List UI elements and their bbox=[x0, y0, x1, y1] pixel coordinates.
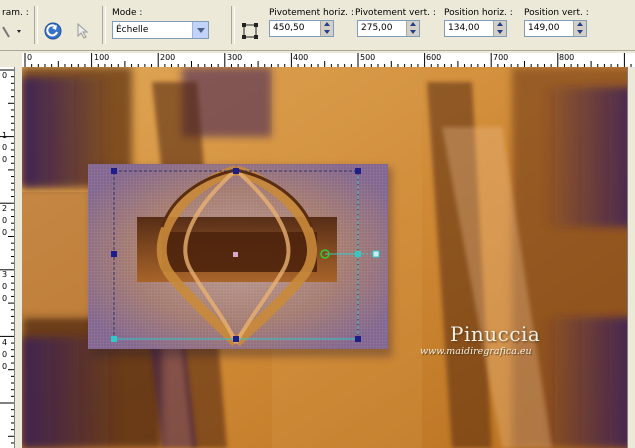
presets-dropdown[interactable] bbox=[2, 24, 24, 40]
ruler-v-label: 0 bbox=[2, 282, 8, 291]
horizontal-ruler: 0 100 200 300 400 500 600 700 800 bbox=[22, 53, 635, 68]
spin-up-icon bbox=[410, 22, 416, 26]
edge-handle[interactable] bbox=[111, 251, 117, 257]
vertical-ruler-ticks bbox=[0, 69, 14, 444]
ruler-h-label: 100 bbox=[94, 53, 110, 62]
pivot-v-spinner[interactable] bbox=[406, 21, 419, 36]
deform-frame-icon bbox=[242, 23, 258, 39]
window-edge bbox=[627, 67, 635, 448]
presets-icon bbox=[2, 26, 21, 38]
pivot-h-label: Pivotement horiz. : bbox=[269, 8, 354, 18]
deform-frame-button[interactable] bbox=[241, 22, 259, 40]
pivot-h-value: 450,50 bbox=[273, 23, 305, 33]
ruler-v-label: 1 bbox=[2, 131, 8, 140]
ruler-h-label: 500 bbox=[360, 53, 376, 62]
ruler-h-label: 0 bbox=[27, 53, 33, 62]
ruler-v-label: 0 bbox=[2, 155, 8, 164]
edge-handle[interactable] bbox=[233, 336, 239, 342]
ruler-v-label: 2 bbox=[2, 204, 8, 213]
tool-options-toolbar: ram. : Mode : Échelle Pivotement horiz. … bbox=[0, 0, 635, 51]
ruler-v-label: 0 bbox=[2, 228, 8, 237]
pos-v-spinner[interactable] bbox=[573, 21, 586, 36]
pointer-icon bbox=[77, 22, 89, 39]
pivot-v-field[interactable]: 275,00 bbox=[357, 20, 420, 37]
image-canvas[interactable]: Pinuccia www.maidiregrafica.eu bbox=[22, 67, 635, 448]
ruler-h-label: 700 bbox=[493, 53, 509, 62]
mode-value: Échelle bbox=[116, 25, 149, 35]
watermark-url: www.maidiregrafica.eu bbox=[420, 346, 532, 357]
pos-h-spinner[interactable] bbox=[493, 21, 506, 36]
pos-v-value: 149,00 bbox=[528, 23, 560, 33]
ruler-h-label: 200 bbox=[160, 53, 176, 62]
ruler-v-label: 0 bbox=[2, 362, 8, 371]
vertical-ruler: 0 1 0 0 2 0 0 3 0 0 4 0 0 bbox=[0, 67, 15, 448]
ruler-h-label: 400 bbox=[293, 53, 309, 62]
ruler-v-label: 0 bbox=[2, 71, 8, 80]
edge-handle[interactable] bbox=[233, 168, 239, 174]
pos-h-value: 134,00 bbox=[448, 23, 480, 33]
ruler-corner bbox=[0, 53, 22, 67]
spin-up-icon bbox=[577, 22, 583, 26]
toolbar-separator bbox=[34, 6, 38, 44]
reset-icon bbox=[44, 22, 62, 40]
spin-down-icon bbox=[410, 30, 416, 34]
toolbar-separator bbox=[231, 6, 235, 44]
toolbar-separator bbox=[102, 6, 106, 44]
corner-handle[interactable] bbox=[355, 336, 361, 342]
ruler-v-label: 0 bbox=[2, 350, 8, 359]
spin-up-icon bbox=[497, 22, 503, 26]
ruler-v-label: 3 bbox=[2, 270, 8, 279]
ruler-v-label: 4 bbox=[2, 338, 8, 347]
mode-dropdown-button[interactable] bbox=[192, 22, 208, 38]
ruler-v-label: 0 bbox=[2, 143, 8, 152]
pivot-h-spinner[interactable] bbox=[320, 21, 333, 36]
spin-down-icon bbox=[324, 30, 330, 34]
pivot-v-value: 275,00 bbox=[361, 23, 393, 33]
corner-handle[interactable] bbox=[111, 168, 117, 174]
artwork bbox=[22, 67, 635, 448]
ruler-h-label: 600 bbox=[426, 53, 442, 62]
ruler-v-label: 0 bbox=[2, 294, 8, 303]
mode-label: Mode : bbox=[112, 8, 143, 18]
horizontal-ruler-ticks bbox=[24, 53, 632, 67]
ruler-v-label: 0 bbox=[2, 216, 8, 225]
edge-handle[interactable] bbox=[355, 251, 361, 257]
pos-h-label: Position horiz. : bbox=[444, 8, 513, 18]
corner-handle[interactable] bbox=[111, 336, 117, 342]
reset-button[interactable] bbox=[43, 21, 63, 41]
watermark-name: Pinuccia bbox=[450, 322, 541, 346]
pivot-handle[interactable] bbox=[372, 250, 380, 258]
spin-down-icon bbox=[497, 30, 503, 34]
chevron-down-icon bbox=[197, 28, 205, 33]
spin-down-icon bbox=[577, 30, 583, 34]
pivot-v-label: Pivotement vert. : bbox=[355, 8, 436, 18]
corner-handle[interactable] bbox=[355, 168, 361, 174]
pivot-h-field[interactable]: 450,50 bbox=[269, 20, 334, 37]
pos-v-label: Position vert. : bbox=[524, 8, 589, 18]
center-handle[interactable] bbox=[233, 252, 238, 257]
pos-v-field[interactable]: 149,00 bbox=[524, 20, 587, 37]
mode-select[interactable]: Échelle bbox=[112, 21, 209, 39]
spin-up-icon bbox=[324, 22, 330, 26]
ruler-h-label: 300 bbox=[227, 53, 243, 62]
ruler-h-label: 800 bbox=[559, 53, 575, 62]
presets-label: ram. : bbox=[2, 8, 29, 18]
apply-button[interactable] bbox=[73, 21, 93, 41]
pos-h-field[interactable]: 134,00 bbox=[444, 20, 507, 37]
